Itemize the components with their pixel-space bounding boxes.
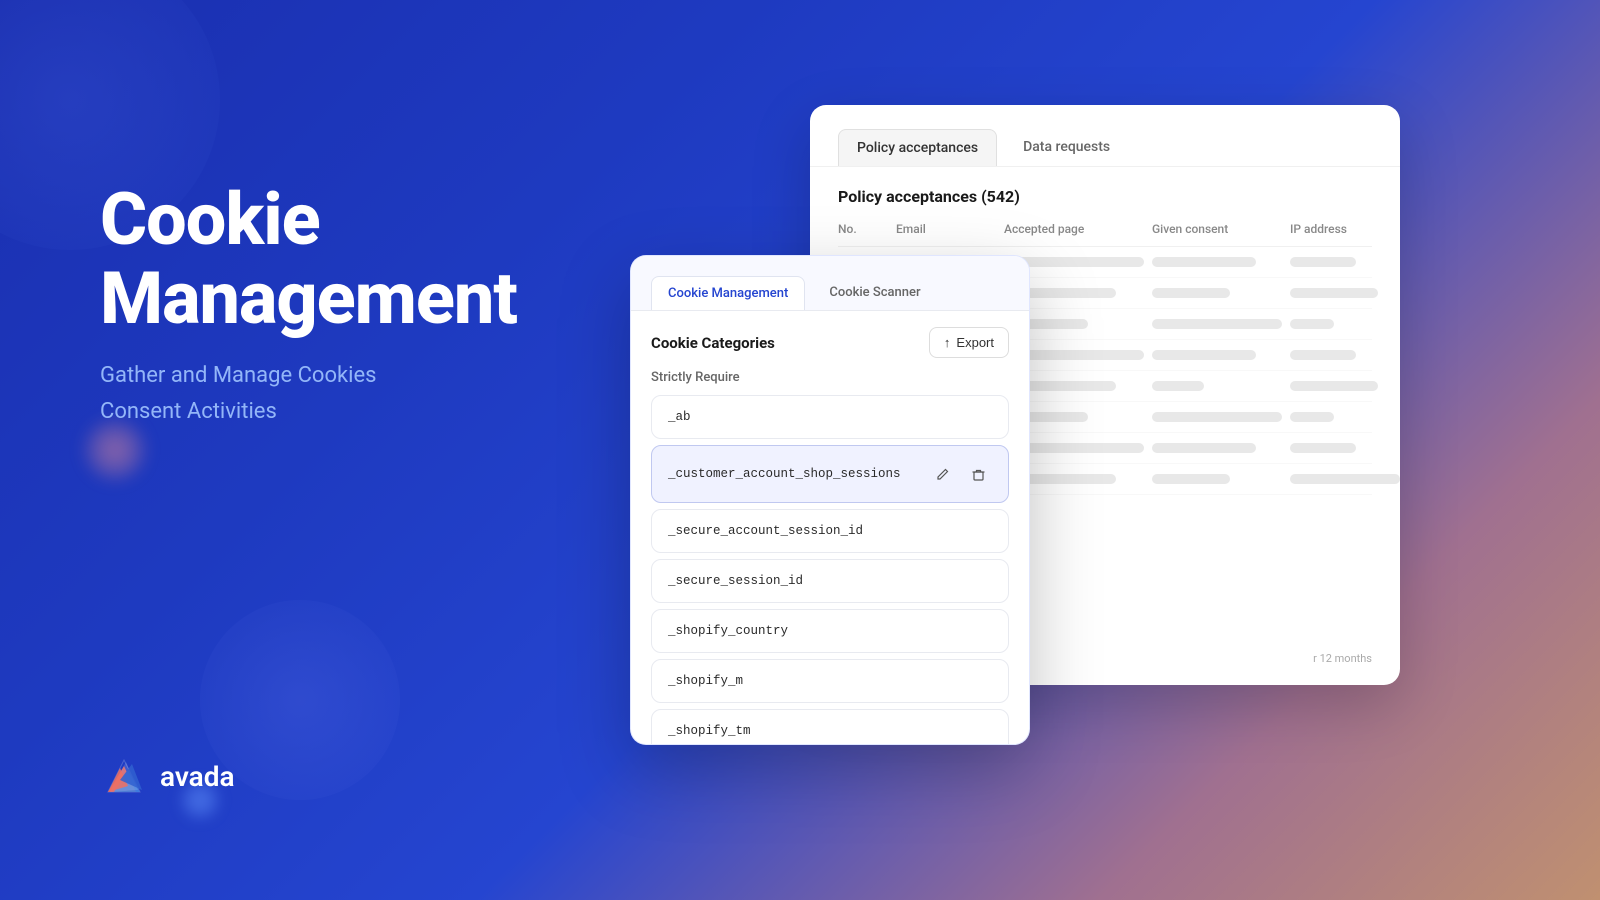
cookie-item[interactable]: _shopify_m [651,659,1009,703]
tab-data-requests[interactable]: Data requests [1005,129,1128,166]
edit-icon[interactable] [928,460,956,488]
col-given-consent: Given consent [1152,222,1282,236]
table-header: No. Email Accepted page Given consent IP… [838,222,1372,247]
export-icon: ↑ [944,335,951,350]
bg-orb-pink [85,420,145,480]
tab-cookie-scanner[interactable]: Cookie Scanner [813,276,936,310]
cookie-management-panel: Cookie Management Cookie Scanner Cookie … [630,255,1030,745]
cookie-name: _shopify_m [668,674,743,688]
cookie-item[interactable]: _shopify_tm [651,709,1009,745]
left-panel: Cookie Management Gather and Manage Cook… [100,180,517,429]
page-title: Cookie Management [100,180,517,338]
cookies-list: _ab _customer_account_shop_sessions [631,395,1029,745]
cookie-panel-header: Cookie Categories ↑ Export [631,311,1029,366]
section-strictly-require: Strictly Require [631,366,1029,395]
cookie-item-actions [928,460,992,488]
cookie-item[interactable]: _secure_account_session_id [651,509,1009,553]
avada-logo-icon [100,752,148,800]
export-label: Export [956,335,994,350]
cookie-name: _secure_account_session_id [668,524,863,538]
col-accepted-page: Accepted page [1004,222,1144,236]
tab-cookie-management[interactable]: Cookie Management [651,276,805,310]
col-email: Email [896,222,996,236]
cookie-name: _shopify_tm [668,724,751,738]
brand-name: avada [160,760,235,793]
col-ip-address: IP address [1290,222,1400,236]
page-subtitle: Gather and Manage Cookies Consent Activi… [100,358,517,428]
cookie-name: _customer_account_shop_sessions [668,467,901,481]
col-no: No. [838,222,888,236]
cookie-categories-title: Cookie Categories [651,334,775,352]
cookie-item[interactable]: _shopify_country [651,609,1009,653]
cookie-item[interactable]: _secure_session_id [651,559,1009,603]
cookie-tabs: Cookie Management Cookie Scanner [631,256,1029,311]
export-button[interactable]: ↑ Export [929,327,1009,358]
cookie-name: _shopify_country [668,624,788,638]
tab-policy-acceptances[interactable]: Policy acceptances [838,129,997,166]
policy-tabs: Policy acceptances Data requests [810,105,1400,167]
delete-icon[interactable] [964,460,992,488]
policy-table-title: Policy acceptances (542) [838,187,1372,206]
cookie-name: _ab [668,410,691,424]
cookie-name: _secure_session_id [668,574,803,588]
cookie-item[interactable]: _customer_account_shop_sessions [651,445,1009,503]
cookie-item[interactable]: _ab [651,395,1009,439]
logo: avada [100,752,235,800]
table-footer-text: r 12 months [1313,652,1372,665]
